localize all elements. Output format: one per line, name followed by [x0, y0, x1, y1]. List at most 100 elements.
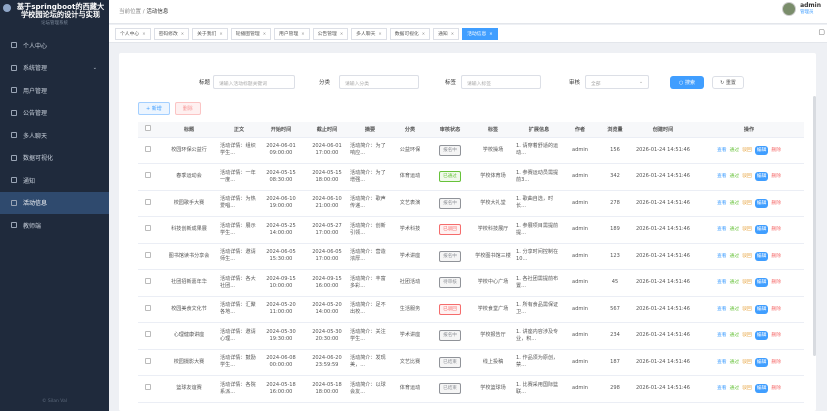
- delete-button[interactable]: 删除: [771, 359, 781, 366]
- checkbox[interactable]: [145, 125, 151, 132]
- edit-button[interactable]: 编辑: [754, 304, 769, 314]
- approve-button[interactable]: 通过: [730, 385, 740, 392]
- sidebar-item[interactable]: 活动信息: [0, 191, 109, 214]
- delete-button[interactable]: 删除: [771, 332, 781, 339]
- row-checkbox[interactable]: [145, 251, 151, 258]
- edit-button[interactable]: 编辑: [754, 384, 769, 394]
- tab-1[interactable]: 密码修改 ✕: [153, 27, 190, 40]
- scrollbar[interactable]: [813, 96, 816, 356]
- sidebar-item[interactable]: 多人聊天: [0, 124, 109, 147]
- reset-button[interactable]: ↻ 重置: [712, 76, 744, 89]
- tab-3[interactable]: 轮播图管理 ✕: [230, 27, 272, 40]
- sidebar-item[interactable]: 个人中心: [0, 34, 109, 57]
- search-button[interactable]: ○ 搜索: [670, 76, 704, 89]
- view-button[interactable]: 查看: [717, 359, 727, 366]
- close-icon[interactable]: ✕: [142, 31, 145, 36]
- close-icon[interactable]: ✕: [301, 31, 304, 36]
- select-all-checkbox[interactable]: [138, 122, 158, 138]
- tag-input[interactable]: 请输入标签: [461, 75, 541, 89]
- sidebar-item[interactable]: 系统管理 ⌄: [0, 57, 109, 80]
- view-button[interactable]: 查看: [717, 226, 727, 233]
- reject-button[interactable]: 驳回: [742, 200, 752, 207]
- reject-button[interactable]: 驳回: [742, 332, 752, 339]
- view-button[interactable]: 查看: [717, 385, 727, 392]
- tab-7[interactable]: 数据可视化 ✕: [389, 27, 431, 40]
- row-checkbox[interactable]: [145, 172, 151, 179]
- view-button[interactable]: 查看: [717, 332, 727, 339]
- tab-2[interactable]: 关于我们 ✕: [192, 27, 228, 40]
- tab-0[interactable]: 个人中心 ✕: [115, 27, 151, 40]
- row-checkbox[interactable]: [145, 357, 151, 364]
- approve-button[interactable]: 通过: [730, 279, 740, 286]
- sidebar-item[interactable]: 数据可视化: [0, 147, 109, 170]
- close-icon[interactable]: ✕: [219, 31, 222, 36]
- view-button[interactable]: 查看: [717, 253, 727, 260]
- reject-button[interactable]: 驳回: [742, 306, 752, 313]
- approve-button[interactable]: 通过: [730, 253, 740, 260]
- breadcrumb-home[interactable]: 当前位置: [119, 9, 141, 15]
- approve-button[interactable]: 通过: [730, 306, 740, 313]
- close-icon[interactable]: ✕: [263, 31, 266, 36]
- close-icon[interactable]: ✕: [422, 31, 425, 36]
- approve-button[interactable]: 通过: [730, 200, 740, 207]
- delete-button[interactable]: 删除: [771, 173, 781, 180]
- tab-8[interactable]: 通知 ✕: [433, 27, 460, 40]
- sidebar-item[interactable]: 公告管理: [0, 102, 109, 125]
- tab-6[interactable]: 多人聊天 ✕: [351, 27, 387, 40]
- edit-button[interactable]: 编辑: [754, 225, 769, 235]
- sidebar-item[interactable]: 教师端: [0, 214, 109, 237]
- delete-button[interactable]: 删除: [771, 200, 781, 207]
- view-button[interactable]: 查看: [717, 173, 727, 180]
- delete-button[interactable]: 删除: [771, 253, 781, 260]
- reject-button[interactable]: 驳回: [742, 359, 752, 366]
- row-checkbox[interactable]: [145, 278, 151, 285]
- row-checkbox[interactable]: [145, 145, 151, 152]
- delete-button[interactable]: 删除: [771, 147, 781, 154]
- reject-button[interactable]: 驳回: [742, 173, 752, 180]
- reject-button[interactable]: 驳回: [742, 279, 752, 286]
- reject-button[interactable]: 驳回: [742, 385, 752, 392]
- approve-button[interactable]: 通过: [730, 173, 740, 180]
- add-button[interactable]: + 新增: [138, 102, 170, 115]
- row-checkbox[interactable]: [145, 384, 151, 391]
- tab-menu-icon[interactable]: ▢: [818, 28, 825, 36]
- approve-button[interactable]: 通过: [730, 359, 740, 366]
- close-icon[interactable]: ✕: [378, 31, 381, 36]
- delete-button[interactable]: 删除: [771, 279, 781, 286]
- reject-button[interactable]: 驳回: [742, 226, 752, 233]
- close-icon[interactable]: ✕: [181, 31, 184, 36]
- view-button[interactable]: 查看: [717, 147, 727, 154]
- edit-button[interactable]: 编辑: [754, 172, 769, 182]
- row-checkbox[interactable]: [145, 331, 151, 338]
- row-checkbox[interactable]: [145, 304, 151, 311]
- edit-button[interactable]: 编辑: [754, 331, 769, 341]
- edit-button[interactable]: 编辑: [754, 278, 769, 288]
- approve-button[interactable]: 通过: [730, 147, 740, 154]
- approve-button[interactable]: 通过: [730, 332, 740, 339]
- view-button[interactable]: 查看: [717, 200, 727, 207]
- delete-button[interactable]: 删除: [771, 226, 781, 233]
- view-button[interactable]: 查看: [717, 279, 727, 286]
- row-checkbox[interactable]: [145, 225, 151, 232]
- edit-button[interactable]: 编辑: [754, 357, 769, 367]
- row-checkbox[interactable]: [145, 198, 151, 205]
- tab-5[interactable]: 公告管理 ✕: [312, 27, 349, 40]
- close-icon[interactable]: ✕: [489, 31, 492, 36]
- delete-button[interactable]: 删除: [771, 385, 781, 392]
- edit-button[interactable]: 编辑: [754, 198, 769, 208]
- view-button[interactable]: 查看: [717, 306, 727, 313]
- status-select[interactable]: 全部 ⌄: [585, 75, 649, 89]
- edit-button[interactable]: 编辑: [754, 251, 769, 261]
- category-input[interactable]: 请输入分类: [339, 75, 419, 89]
- close-icon[interactable]: ✕: [340, 31, 343, 36]
- delete-button[interactable]: 删除: [771, 306, 781, 313]
- user-menu[interactable]: admin 管理员: [782, 2, 821, 16]
- tab-4[interactable]: 用户管理 ✕: [274, 27, 310, 40]
- reject-button[interactable]: 驳回: [742, 253, 752, 260]
- edit-button[interactable]: 编辑: [754, 145, 769, 155]
- approve-button[interactable]: 通过: [730, 226, 740, 233]
- close-icon[interactable]: ✕: [451, 31, 454, 36]
- batch-delete-button[interactable]: 删除: [174, 102, 201, 115]
- avatar[interactable]: [782, 2, 797, 16]
- sidebar-item[interactable]: 用户管理: [0, 79, 109, 102]
